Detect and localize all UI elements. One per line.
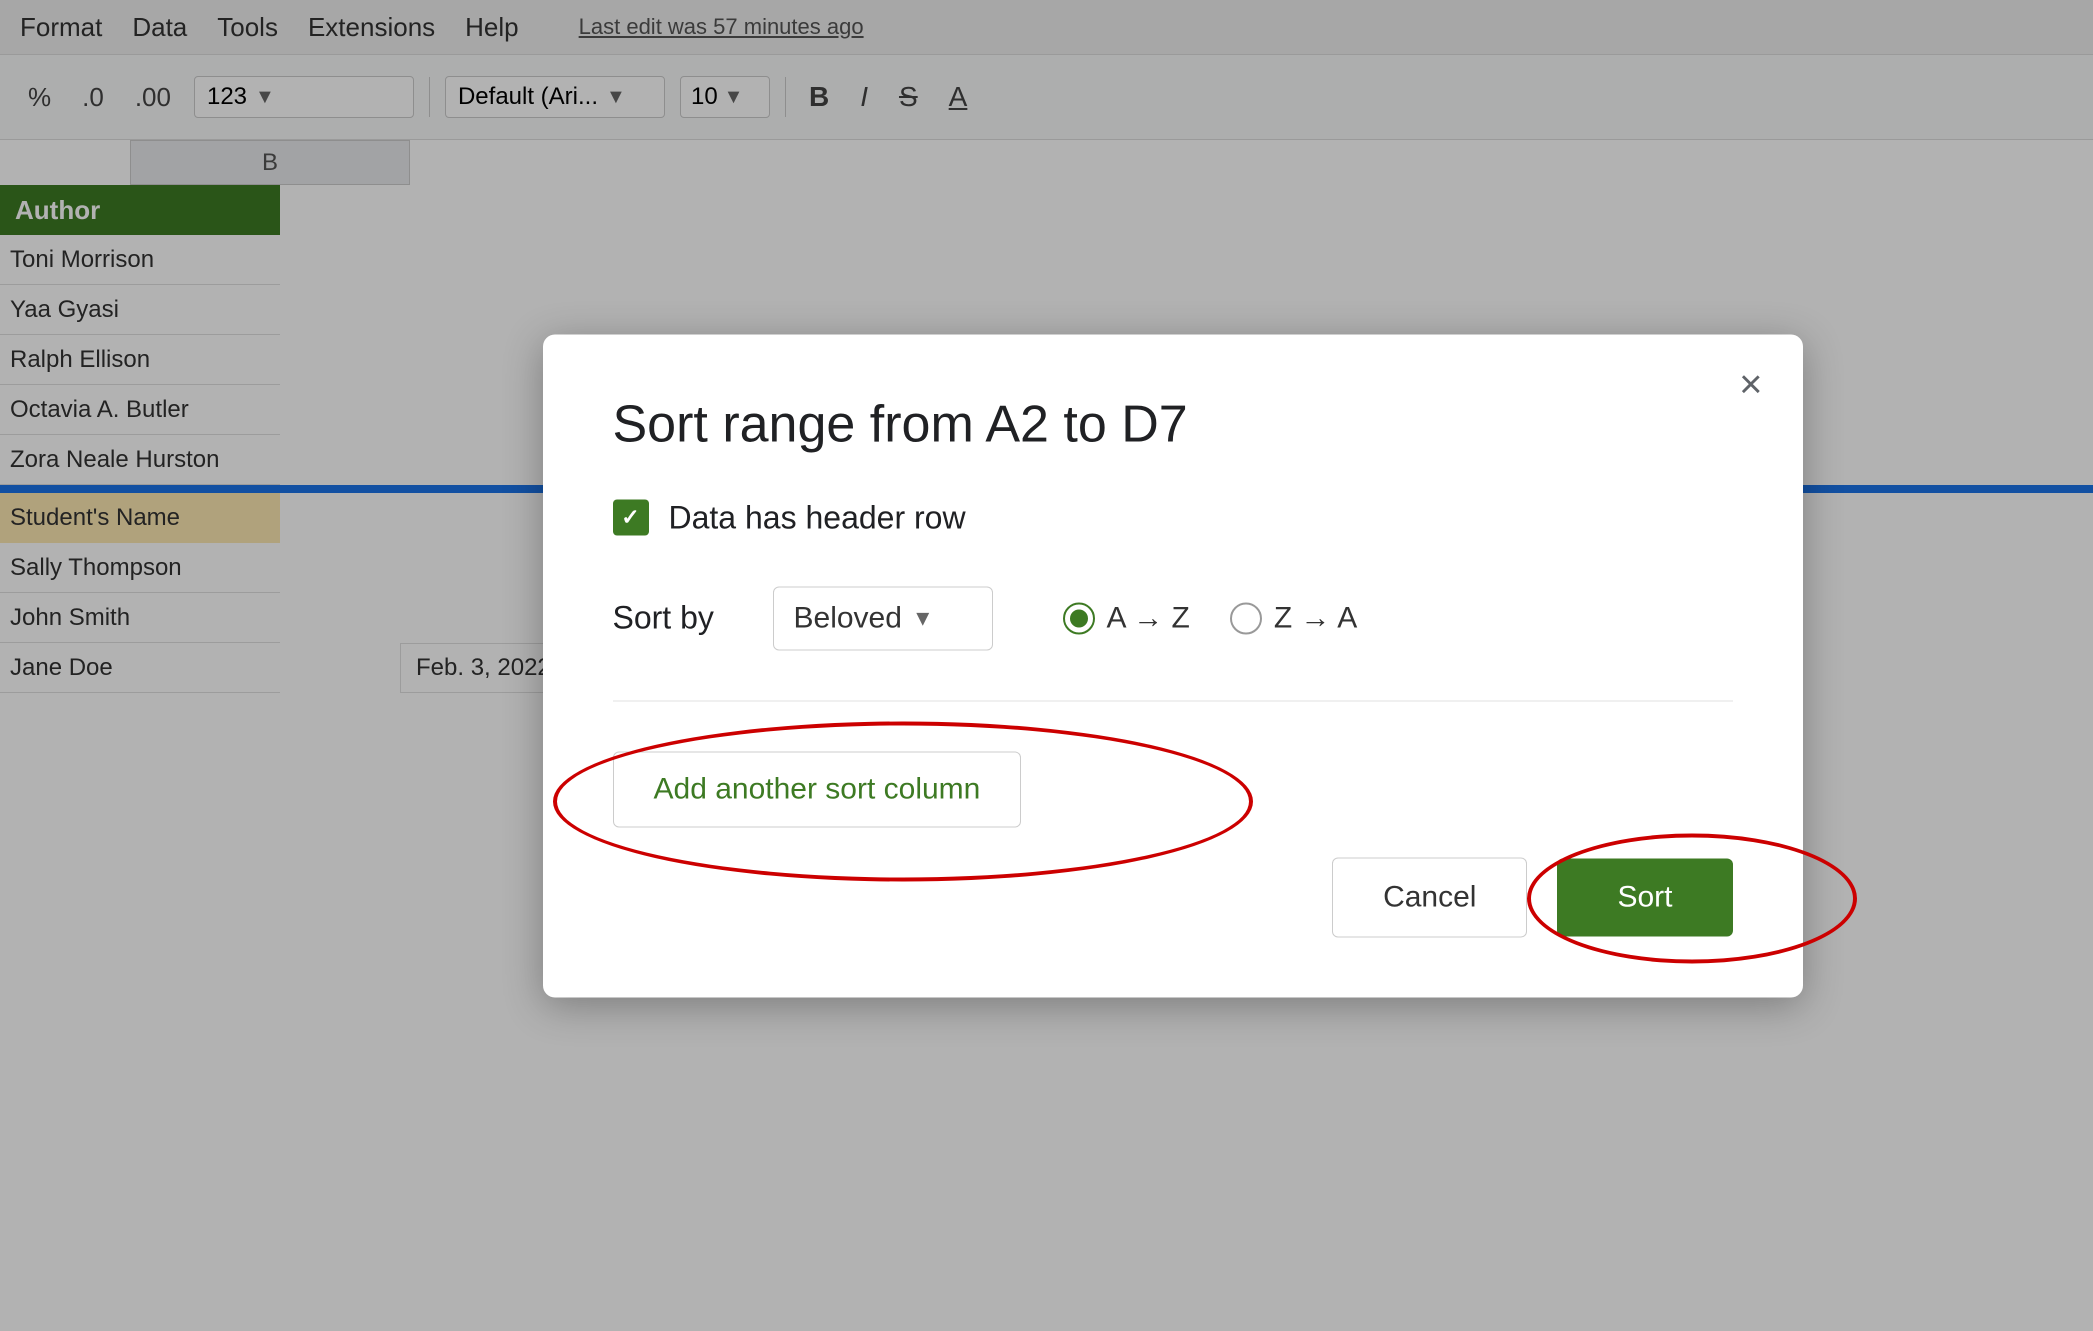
radio-az-label: A → Z xyxy=(1107,601,1190,635)
radio-za-outer xyxy=(1230,602,1262,634)
cancel-button[interactable]: Cancel xyxy=(1332,857,1527,937)
add-sort-annotation: Add another sort column xyxy=(613,751,1022,827)
radio-az-outer xyxy=(1063,602,1095,634)
sort-by-row: Sort by Beloved ▼ A → Z Z → A xyxy=(613,586,1733,650)
radio-za[interactable]: Z → A xyxy=(1230,601,1357,635)
header-row-checkbox[interactable] xyxy=(613,500,649,536)
sort-by-label: Sort by xyxy=(613,600,743,637)
header-row-option: Data has header row xyxy=(613,499,1733,536)
header-row-label: Data has header row xyxy=(669,499,966,536)
modal-footer: Cancel Sort xyxy=(613,857,1733,937)
sort-direction-group: A → Z Z → A xyxy=(1063,601,1358,635)
sort-button[interactable]: Sort xyxy=(1557,858,1732,936)
radio-az-inner xyxy=(1070,609,1088,627)
radio-za-label: Z → A xyxy=(1274,601,1357,635)
dialog-title: Sort range from A2 to D7 xyxy=(613,394,1733,454)
sort-range-dialog: × Sort range from A2 to D7 Data has head… xyxy=(543,334,1803,997)
add-sort-column-button[interactable]: Add another sort column xyxy=(613,751,1022,827)
radio-az[interactable]: A → Z xyxy=(1063,601,1190,635)
sort-column-dropdown[interactable]: Beloved ▼ xyxy=(773,586,993,650)
modal-divider xyxy=(613,700,1733,701)
close-button[interactable]: × xyxy=(1739,364,1762,404)
sort-btn-wrapper: Sort xyxy=(1557,858,1732,936)
